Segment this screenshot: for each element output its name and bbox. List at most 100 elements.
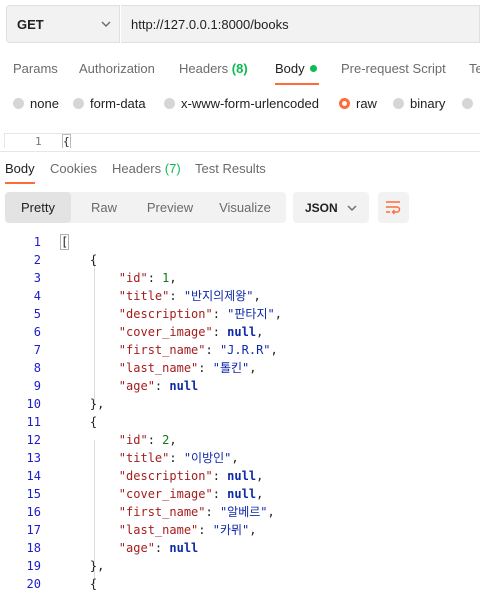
radio-circle: [462, 98, 473, 109]
code-line: 15 "cover_image": null,: [0, 485, 480, 503]
radio-binary[interactable]: binary: [393, 96, 445, 111]
line-number: 12: [26, 433, 41, 447]
method-select[interactable]: GET: [6, 5, 120, 43]
code-text: "title": "반지의제왕",: [118, 289, 261, 303]
radio-circle: [13, 98, 24, 109]
radio-none[interactable]: none: [13, 96, 59, 111]
line-number: 11: [26, 415, 41, 429]
tab-authorization[interactable]: Authorization: [79, 61, 155, 76]
code-line: 7 "first_name": "J.R.R",: [0, 341, 480, 359]
view-pretty-button[interactable]: Pretty: [5, 192, 71, 223]
radio-graphql[interactable]: [462, 96, 479, 111]
radio-circle: [73, 98, 84, 109]
radio-circle-selected: [339, 98, 350, 109]
tab-response-headers[interactable]: Headers (7): [112, 161, 181, 176]
radio-form-data-label: form-data: [90, 96, 146, 111]
response-code-viewer[interactable]: 1[2 {3 "id": 1, 4 "title": "반지의제왕", 5 "des…: [0, 233, 480, 593]
line-number: 7: [33, 343, 41, 357]
radio-urlencoded-label: x-www-form-urlencoded: [181, 96, 319, 111]
format-select[interactable]: JSON: [293, 192, 369, 223]
code-text: },: [61, 559, 105, 573]
code-line: 5 "description": "판타지",: [0, 305, 480, 323]
tab-test-results[interactable]: Test Results: [195, 161, 266, 176]
line-number: 4: [33, 289, 41, 303]
method-label: GET: [17, 17, 44, 32]
line-number: 10: [26, 397, 41, 411]
url-input[interactable]: http://127.0.0.1:8000/books: [121, 5, 480, 43]
line-number: 2: [33, 253, 41, 267]
tab-cookies[interactable]: Cookies: [50, 161, 97, 176]
code-line: 11 {: [0, 413, 480, 431]
code-line: 9 "age": null: [0, 377, 480, 395]
line-number: 16: [26, 505, 41, 519]
body-type-options: none form-data x-www-form-urlencoded raw…: [0, 90, 480, 118]
line-number: 1: [33, 235, 41, 249]
line-number: 14: [26, 469, 41, 483]
line-number: 17: [26, 523, 41, 537]
code-text: [: [59, 234, 70, 250]
code-line: 4 "title": "반지의제왕",: [0, 287, 480, 305]
radio-raw[interactable]: raw: [339, 96, 377, 111]
line-number: 18: [26, 541, 41, 555]
tab-body-label: Body: [275, 61, 305, 76]
line-number: 6: [33, 325, 41, 339]
code-line: 13 "title": "이방인",: [0, 449, 480, 467]
response-tabs: Body Cookies Headers (7) Test Results: [0, 152, 480, 184]
code-text: "last_name": "카뮈",: [118, 523, 257, 537]
chevron-down-icon: [347, 205, 357, 211]
code-text: "description": "판타지",: [118, 307, 282, 321]
line-number: 20: [26, 577, 41, 591]
code-text: "age": null: [118, 541, 199, 555]
active-tab-underline: [275, 83, 319, 85]
line-number: 8: [33, 361, 41, 375]
tab-body[interactable]: Body: [275, 61, 317, 76]
view-raw-button[interactable]: Raw: [71, 192, 137, 223]
tab-pre-request-script[interactable]: Pre-request Script: [341, 61, 446, 76]
line-number: 5: [33, 307, 41, 321]
code-line: 2 {: [0, 251, 480, 269]
tab-response-body[interactable]: Body: [5, 161, 35, 176]
code-line: 17 "last_name": "카뮈",: [0, 521, 480, 539]
code-text: "id": 2,: [118, 433, 177, 447]
format-label: JSON: [305, 201, 338, 215]
request-url-bar: GET http://127.0.0.1:8000/books: [0, 0, 480, 48]
radio-circle: [393, 98, 404, 109]
tab-tests[interactable]: Te: [469, 61, 480, 76]
code-text: "last_name": "톨킨",: [118, 361, 257, 375]
view-mode-group: Pretty Raw Preview Visualize: [5, 192, 286, 223]
code-text: "first_name": "J.R.R",: [118, 343, 278, 357]
tab-params[interactable]: Params: [13, 61, 58, 76]
code-line: 18 "age": null: [0, 539, 480, 557]
code-text: {: [61, 415, 98, 429]
code-text: "cover_image": null,: [118, 487, 264, 501]
code-line: 1[: [0, 233, 480, 251]
code-text: "description": null,: [118, 469, 264, 483]
tab-headers-label: Headers: [179, 61, 229, 76]
code-line: 20 {: [0, 575, 480, 593]
radio-form-data[interactable]: form-data: [73, 96, 146, 111]
code-text: "first_name": "알베르",: [118, 505, 275, 519]
view-visualize-button[interactable]: Visualize: [210, 192, 280, 223]
body-indicator-dot: [309, 65, 317, 72]
code-text: "id": 1,: [118, 271, 177, 285]
request-body-editor[interactable]: 1 {: [4, 133, 480, 148]
code-text: {: [61, 253, 98, 267]
line-number: 3: [33, 271, 41, 285]
response-headers-count: (7): [164, 161, 181, 176]
code-line: 14 "description": null,: [0, 467, 480, 485]
radio-raw-label: raw: [356, 96, 377, 111]
active-response-tab-underline: [5, 182, 35, 184]
tab-headers[interactable]: Headers (8): [179, 61, 248, 76]
line-number: 15: [26, 487, 41, 501]
code-line: 6 "cover_image": null,: [0, 323, 480, 341]
radio-x-www-form-urlencoded[interactable]: x-www-form-urlencoded: [164, 96, 319, 111]
code-line: 10 },: [0, 395, 480, 413]
code-line: 8 "last_name": "톨킨",: [0, 359, 480, 377]
radio-binary-label: binary: [410, 96, 446, 111]
wrap-lines-icon: [386, 201, 401, 215]
editor-line-number: 1: [35, 135, 42, 148]
wrap-lines-button[interactable]: [378, 192, 409, 223]
line-number: 13: [26, 451, 41, 465]
code-text: {: [61, 577, 98, 591]
view-preview-button[interactable]: Preview: [137, 192, 203, 223]
